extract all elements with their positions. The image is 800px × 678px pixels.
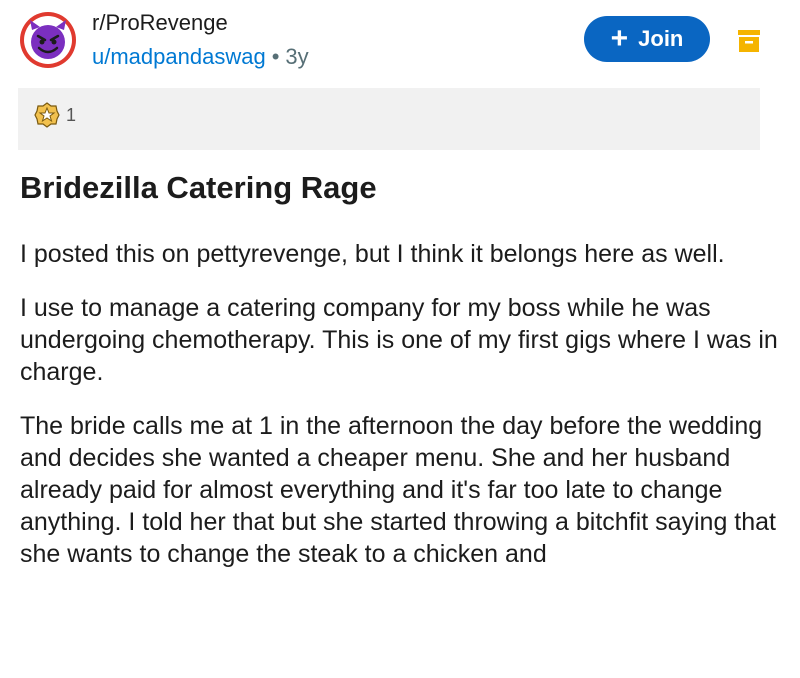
body-paragraph: I use to manage a catering company for m… xyxy=(20,294,778,386)
post-age: 3y xyxy=(285,44,309,69)
award-bar: 1 xyxy=(18,88,760,150)
post-meta: u/madpandaswag • 3y xyxy=(92,44,309,70)
post-body: I posted this on pettyrevenge, but I thi… xyxy=(20,238,780,592)
body-paragraph: The bride calls me at 1 in the afternoon… xyxy=(20,412,777,568)
subreddit-name[interactable]: r/ProRevenge xyxy=(92,10,228,36)
archive-icon[interactable] xyxy=(736,28,762,54)
join-label: Join xyxy=(638,26,684,51)
author-username[interactable]: u/madpandaswag xyxy=(92,44,266,69)
award-star-icon[interactable] xyxy=(34,102,60,128)
body-paragraph: I posted this on pettyrevenge, but I thi… xyxy=(20,240,725,268)
join-button[interactable]: + Join xyxy=(584,16,710,62)
devil-face-icon xyxy=(30,20,66,59)
plus-icon: + xyxy=(610,22,629,55)
award-count: 1 xyxy=(66,105,77,125)
meta-separator: • xyxy=(271,44,280,69)
post-title[interactable]: Bridezilla Catering Rage xyxy=(20,170,377,206)
post-header: r/ProRevenge u/madpandaswag • 3y + Join xyxy=(0,0,800,80)
subreddit-avatar[interactable] xyxy=(20,12,76,68)
